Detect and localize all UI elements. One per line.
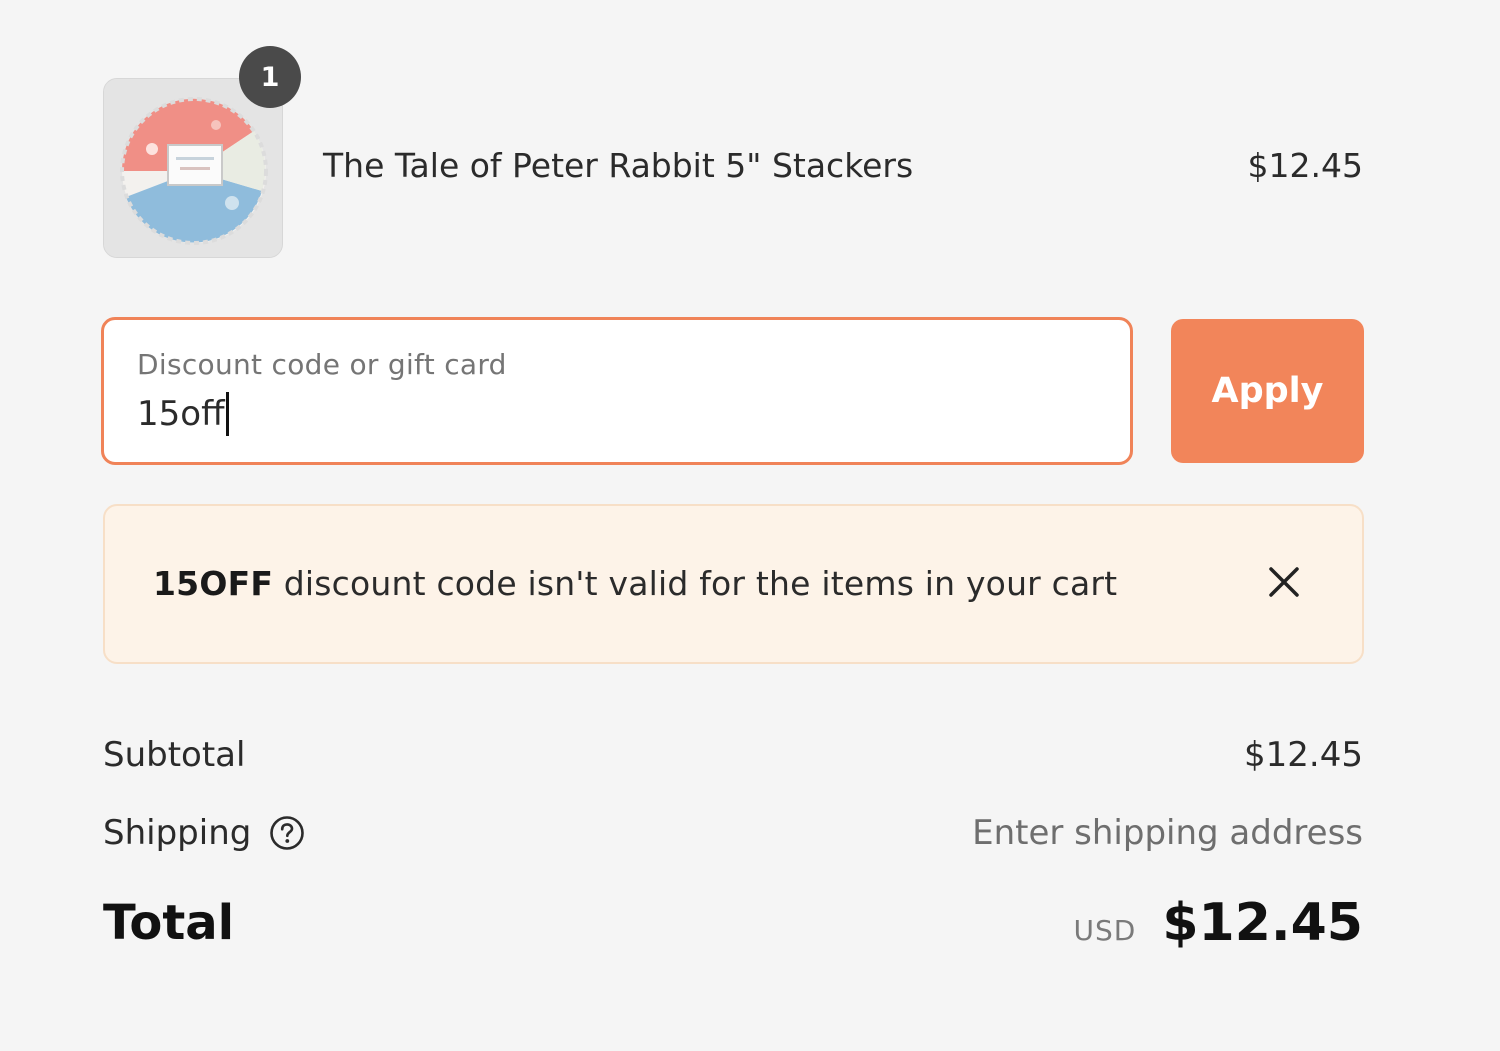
subtotal-label: Subtotal <box>103 735 246 775</box>
notice-discount-code: 15OFF <box>153 564 274 603</box>
product-image <box>104 79 282 257</box>
discount-code-value-line[interactable]: 15off <box>137 392 229 436</box>
total-value-group: USD $12.45 <box>1074 893 1364 953</box>
apply-button[interactable]: Apply <box>1171 319 1364 463</box>
discount-code-label: Discount code or gift card <box>137 348 507 381</box>
shipping-label: Shipping <box>103 813 252 853</box>
discount-code-value[interactable]: 15off <box>137 394 225 434</box>
product-price: $12.45 <box>1247 146 1363 185</box>
total-label: Total <box>103 895 235 951</box>
product-name: The Tale of Peter Rabbit 5" Stackers <box>323 146 914 185</box>
notice-message: 15OFF discount code isn't valid for the … <box>153 564 1117 603</box>
shipping-label-group: Shipping <box>103 813 305 853</box>
currency-code: USD <box>1073 914 1137 947</box>
subtotal-value: $12.45 <box>1244 735 1363 775</box>
cart-line-item: 1 The Tale of Peter Rabbit 5" Stackers $… <box>103 46 1363 258</box>
quantity-badge: 1 <box>239 46 301 108</box>
notice-message-text: discount code isn't valid for the items … <box>273 564 1118 603</box>
total-value: $12.45 <box>1162 893 1363 953</box>
close-icon[interactable] <box>1264 562 1304 602</box>
shipping-value: Enter shipping address <box>972 813 1363 853</box>
text-caret <box>225 392 229 436</box>
discount-code-input[interactable]: Discount code or gift card 15off <box>101 317 1133 465</box>
help-icon[interactable] <box>269 815 305 851</box>
discount-error-notice: 15OFF discount code isn't valid for the … <box>103 504 1364 664</box>
